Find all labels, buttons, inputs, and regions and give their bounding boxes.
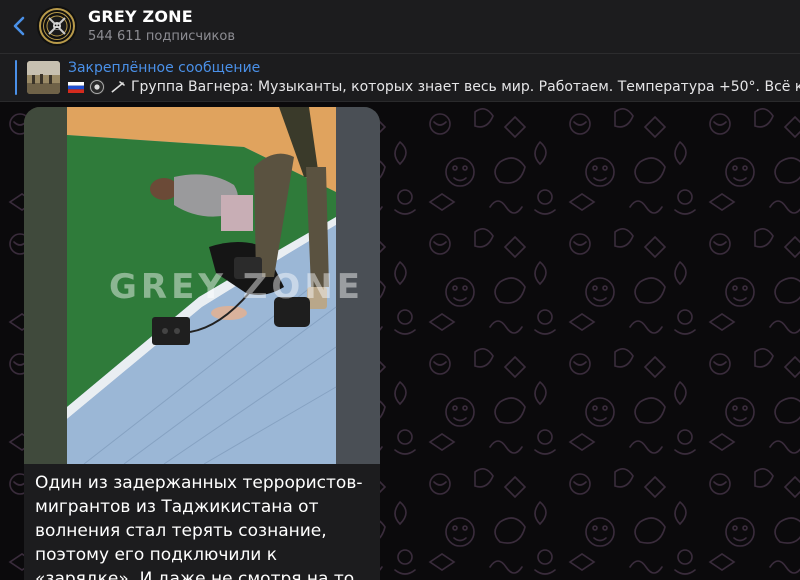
wagner-emblem-icon xyxy=(37,6,77,46)
video-thumbnail[interactable]: GREY ZONE xyxy=(24,107,380,464)
channel-title[interactable]: GREY ZONE xyxy=(88,7,193,26)
pinned-indicator xyxy=(15,60,17,95)
message-text: Один из задержанных террористов- мигрант… xyxy=(35,473,363,580)
pinned-message-bar[interactable]: Закреплённое сообщение Группа Вагнера: М… xyxy=(0,54,800,102)
wagner-emblem-icon xyxy=(89,79,105,95)
chevron-left-icon xyxy=(13,16,25,36)
pinned-preview: Группа Вагнера: Музыканты, которых знает… xyxy=(68,79,800,95)
message-bubble[interactable]: GREY ZONE Один из задержанных террористо… xyxy=(24,107,380,580)
russia-flag-icon xyxy=(68,81,84,93)
pinned-label: Закреплённое сообщение xyxy=(68,60,261,76)
watermark: GREY ZONE xyxy=(109,267,365,307)
rifle-icon xyxy=(111,81,125,93)
chat-area[interactable]: GREY ZONE Один из задержанных террористо… xyxy=(0,102,800,580)
pinned-text: Группа Вагнера: Музыканты, которых знает… xyxy=(131,79,800,95)
chat-header: GREY ZONE 544 611 подписчиков xyxy=(0,0,800,54)
back-button[interactable] xyxy=(8,14,30,38)
subscriber-count: 544 611 подписчиков xyxy=(88,29,236,44)
channel-avatar[interactable] xyxy=(37,6,77,46)
pinned-thumbnail xyxy=(27,61,60,94)
